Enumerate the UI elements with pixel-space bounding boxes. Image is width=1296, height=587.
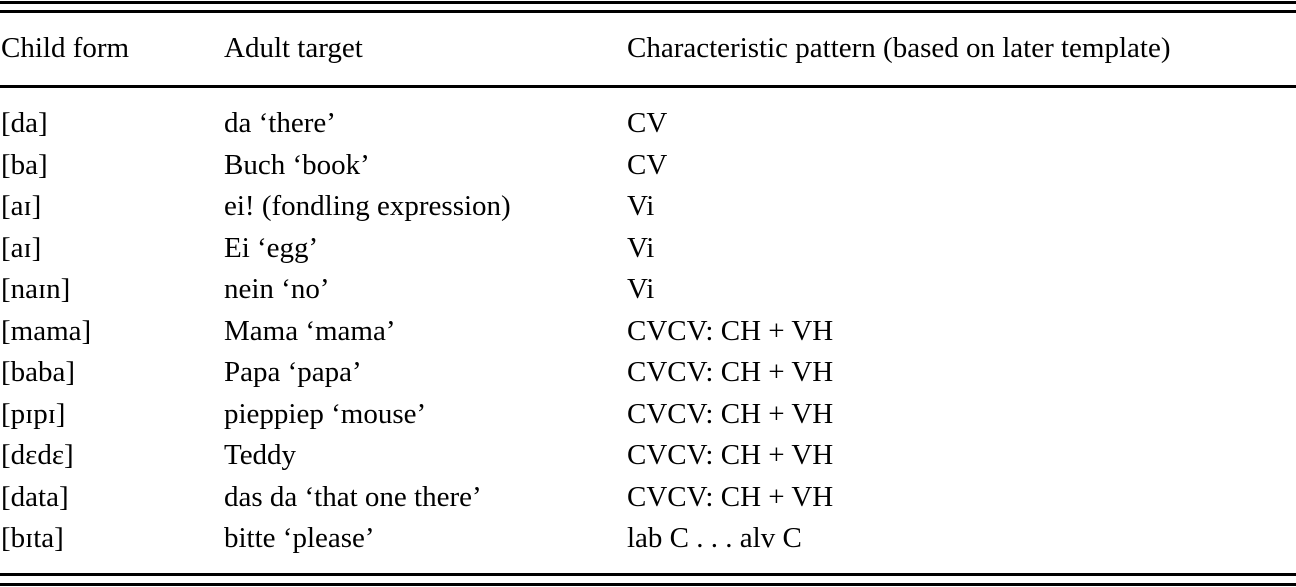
pattern-cell: Vi	[627, 231, 655, 264]
pattern-cell: CV	[627, 148, 668, 181]
adult-target-cell: ei! (fondling expression)	[224, 190, 511, 222]
pattern-cell: CVCV: CH + VH	[627, 314, 834, 347]
pattern-cell: CV	[627, 107, 668, 139]
table-row: [aɪ] Ei ‘egg’ Vi	[0, 228, 1296, 270]
child-form-cell: [data]	[1, 480, 69, 513]
adult-target-cell: nein ‘no’	[224, 273, 330, 305]
adult-target-cell: Teddy	[224, 439, 297, 471]
adult-target-cell: Mama ‘mama’	[224, 314, 396, 347]
adult-target-cell: Buch ‘book’	[224, 148, 370, 181]
table-row: [pɪpɪ] pieppiep ‘mouse’ CVCV: CH + VH	[0, 394, 1296, 436]
table-row: [dɛdɛ] Teddy CVCV: CH + VH	[0, 435, 1296, 477]
pattern-cell: CVCV: CH + VH	[627, 439, 834, 471]
table-header-row: Child form Adult target Characteristic p…	[0, 28, 1296, 69]
table-row: [ba] Buch ‘book’ CV	[0, 145, 1296, 187]
adult-target-cell: das da ‘that one there’	[224, 480, 482, 513]
top-rule-inner	[0, 10, 1296, 13]
child-form-cell: [mama]	[1, 314, 92, 347]
table-row: [bɪta] bitte ‘please’ lab C . . . alv C	[0, 518, 1296, 560]
top-rule-outer	[0, 1, 1296, 4]
table-row: [da] da ‘there’ CV	[0, 103, 1296, 145]
pattern-cell: CVCV: CH + VH	[627, 356, 834, 388]
pattern-cell: CVCV: CH + VH	[627, 397, 834, 430]
child-form-cell: [ba]	[1, 148, 48, 181]
adult-target-cell: Papa ‘papa’	[224, 356, 362, 388]
column-header-adult-target: Adult target	[224, 32, 363, 64]
table-row: [baba] Papa ‘papa’ CVCV: CH + VH	[0, 352, 1296, 394]
pattern-cell: CVCV: CH + VH	[627, 480, 834, 513]
header-rule	[0, 85, 1296, 88]
child-form-cell: [aɪ]	[1, 190, 42, 222]
child-form-cell: [dɛdɛ]	[1, 439, 74, 471]
child-form-cell: [baba]	[1, 356, 76, 388]
pattern-cell: Vi	[627, 273, 655, 305]
child-form-cell: [bɪta]	[1, 522, 64, 554]
child-form-cell: [aɪ]	[1, 231, 42, 264]
table-row: [naɪn] nein ‘no’ Vi	[0, 269, 1296, 311]
child-form-cell: [da]	[1, 107, 48, 139]
table-row: [aɪ] ei! (fondling expression) Vi	[0, 186, 1296, 228]
column-header-characteristic-pattern: Characteristic pattern (based on later t…	[627, 32, 1171, 64]
child-form-cell: [naɪn]	[1, 273, 71, 305]
pattern-cell: Vi	[627, 190, 655, 222]
column-header-child-form: Child form	[1, 32, 130, 64]
pattern-cell: lab C . . . alv C	[627, 522, 802, 554]
adult-target-cell: Ei ‘egg’	[224, 231, 319, 264]
adult-target-cell: bitte ‘please’	[224, 522, 375, 554]
child-form-cell: [pɪpɪ]	[1, 397, 66, 430]
table-body: [da] da ‘there’ CV [ba] Buch ‘book’ CV […	[0, 103, 1296, 560]
bottom-rule-outer	[0, 583, 1296, 586]
adult-target-cell: da ‘there’	[224, 107, 336, 139]
adult-target-cell: pieppiep ‘mouse’	[224, 397, 427, 430]
table-row: [data] das da ‘that one there’ CVCV: CH …	[0, 477, 1296, 519]
bottom-rule-inner	[0, 573, 1296, 576]
table-row: [mama] Mama ‘mama’ CVCV: CH + VH	[0, 311, 1296, 353]
